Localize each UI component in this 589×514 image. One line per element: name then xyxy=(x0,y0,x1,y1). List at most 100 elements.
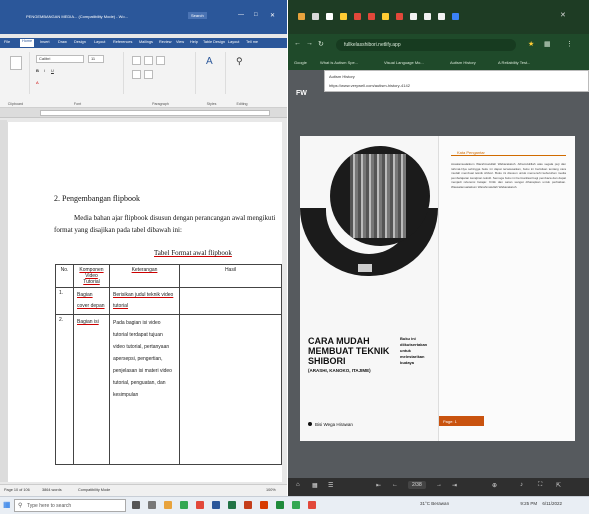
underline-button[interactable]: U xyxy=(51,68,54,73)
font-name-select[interactable]: Calibri xyxy=(36,55,84,63)
document-page[interactable]: 2. Pengembangan flipbook Media bahan aja… xyxy=(7,122,282,482)
tab-favicon[interactable] xyxy=(396,13,403,20)
tab-favicon[interactable] xyxy=(298,13,305,20)
prev-page-icon[interactable]: ← xyxy=(392,482,398,488)
acrobat-icon[interactable] xyxy=(260,501,268,509)
bookmark-item[interactable]: A Reliability Test... xyxy=(498,60,530,65)
weather-widget[interactable]: 31°C Berawan xyxy=(420,501,449,506)
book-intro-page[interactable]: Kata Pengantar Assalamualaikum Warahmatu… xyxy=(438,136,575,441)
bullets-icon[interactable] xyxy=(132,56,141,65)
zoom-icon[interactable]: ⊕ xyxy=(492,482,497,489)
clock-date[interactable]: 6/11/2022 xyxy=(542,501,562,506)
menu-icon[interactable]: ⋮ xyxy=(566,40,573,48)
styles-icon[interactable]: A xyxy=(206,56,213,67)
explorer-icon[interactable] xyxy=(164,501,172,509)
numbering-icon[interactable] xyxy=(144,56,153,65)
forward-icon[interactable]: → xyxy=(306,40,313,47)
powerpoint-icon[interactable] xyxy=(244,501,252,509)
book-cover-page[interactable]: CARA MUDAH MEMBUAT TEKNIK SHIBORI (ARASH… xyxy=(300,136,438,441)
next-page-icon[interactable]: → xyxy=(436,482,442,488)
tab-table-design[interactable]: Table Design xyxy=(203,40,225,44)
tab-favicon[interactable] xyxy=(382,13,389,20)
book-author: Bisi Wega Hirawan xyxy=(308,422,353,427)
horizontal-ruler[interactable] xyxy=(0,108,287,118)
find-icon[interactable]: ⚲ xyxy=(236,56,243,67)
tab-draw[interactable]: Draw xyxy=(58,40,67,44)
task-view-icon[interactable] xyxy=(132,501,140,509)
word-icon[interactable] xyxy=(212,501,220,509)
tab-references[interactable]: References xyxy=(113,40,132,44)
clock-time[interactable]: 9:25 PM xyxy=(520,501,537,506)
tab-file[interactable]: File xyxy=(4,40,10,44)
tab-review[interactable]: Review xyxy=(159,40,171,44)
last-page-icon[interactable]: ⇥ xyxy=(452,482,457,489)
list-icon[interactable]: ☰ xyxy=(328,482,333,489)
extensions-icon[interactable]: ▦ xyxy=(544,40,551,48)
word-count[interactable]: 3864 words xyxy=(42,488,62,492)
tab-design[interactable]: Design xyxy=(74,40,86,44)
tab-help[interactable]: Help xyxy=(190,40,198,44)
page-indicator[interactable]: 2/38 xyxy=(408,481,426,489)
widgets-icon[interactable] xyxy=(148,501,156,509)
tab-favicon[interactable] xyxy=(452,13,459,20)
bookmark-item[interactable]: Autism History xyxy=(450,60,476,65)
tab-favicon[interactable] xyxy=(326,13,333,20)
tab-table-layout[interactable]: Layout xyxy=(228,40,239,44)
tab-view[interactable]: View xyxy=(176,40,184,44)
tab-home[interactable]: Home xyxy=(20,39,35,47)
tab-layout[interactable]: Layout xyxy=(94,40,105,44)
close-icon[interactable]: ✕ xyxy=(560,11,566,19)
indent-icon[interactable] xyxy=(156,56,165,65)
tab-tell-me[interactable]: Tell me xyxy=(246,40,258,44)
grid-icon[interactable]: ▦ xyxy=(312,482,318,489)
align-center-icon[interactable] xyxy=(144,70,153,79)
share-icon[interactable]: ⇱ xyxy=(556,482,561,489)
bookmark-item[interactable]: What is Autism Spe... xyxy=(320,60,358,65)
zoom-level[interactable]: 100% xyxy=(266,488,276,492)
bookmark-item[interactable]: Google xyxy=(294,60,307,65)
start-icon[interactable]: ▦ xyxy=(3,500,11,509)
close-icon[interactable]: ✕ xyxy=(270,12,275,19)
search-input[interactable]: Type here to search xyxy=(27,503,71,509)
font-size-select[interactable]: 11 xyxy=(88,55,104,63)
home-icon[interactable]: ⌂ xyxy=(296,482,300,488)
bold-button[interactable]: B xyxy=(36,68,39,73)
format-table[interactable]: No. Komponen Video Tutorial Keterangan H… xyxy=(55,264,282,465)
tab-favicon[interactable] xyxy=(354,13,361,20)
minimize-icon[interactable]: — xyxy=(238,12,244,18)
tab-favicon[interactable] xyxy=(424,13,431,20)
tab-favicon[interactable] xyxy=(438,13,445,20)
fullscreen-icon[interactable]: ⛶ xyxy=(538,482,542,489)
italic-button[interactable]: I xyxy=(44,68,45,73)
align-left-icon[interactable] xyxy=(132,70,141,79)
star-icon[interactable]: ★ xyxy=(528,40,534,48)
back-icon[interactable]: ← xyxy=(294,40,301,47)
cell-hasil xyxy=(179,314,282,465)
tab-favicon[interactable] xyxy=(368,13,375,20)
url-input[interactable]: fullkelasshibori.netlify.app xyxy=(336,39,516,51)
tab-mailings[interactable]: Mailings xyxy=(139,40,153,44)
tab-favicon[interactable] xyxy=(340,13,347,20)
tab-insert[interactable]: Insert xyxy=(40,40,50,44)
tab-favicon[interactable] xyxy=(410,13,417,20)
excel-icon[interactable] xyxy=(228,501,236,509)
search-icon: ⚲ xyxy=(18,503,23,509)
vertical-ruler[interactable] xyxy=(0,120,7,482)
chrome-icon[interactable] xyxy=(180,501,188,509)
app-icon[interactable] xyxy=(196,501,204,509)
sound-icon[interactable]: ♪ xyxy=(520,482,523,488)
cell-keterangan: Berisikan judul teknik video tutorial xyxy=(109,287,180,315)
app-icon[interactable] xyxy=(276,501,284,509)
word-search-box[interactable]: Search xyxy=(188,12,207,19)
taskbar-search[interactable]: ⚲ Type here to search xyxy=(14,499,126,512)
font-color-icon[interactable]: A xyxy=(36,80,39,85)
first-page-icon[interactable]: ⇤ xyxy=(376,482,381,489)
tab-favicon[interactable] xyxy=(312,13,319,20)
app-icon[interactable] xyxy=(308,501,316,509)
page-count[interactable]: Page 10 of 106 xyxy=(4,488,30,492)
maximize-icon[interactable]: □ xyxy=(254,12,258,18)
reload-icon[interactable]: ↻ xyxy=(318,40,324,48)
app-icon[interactable] xyxy=(292,501,300,509)
bookmark-item[interactable]: Visual Language Mo... xyxy=(384,60,424,65)
paste-icon[interactable] xyxy=(10,56,22,70)
